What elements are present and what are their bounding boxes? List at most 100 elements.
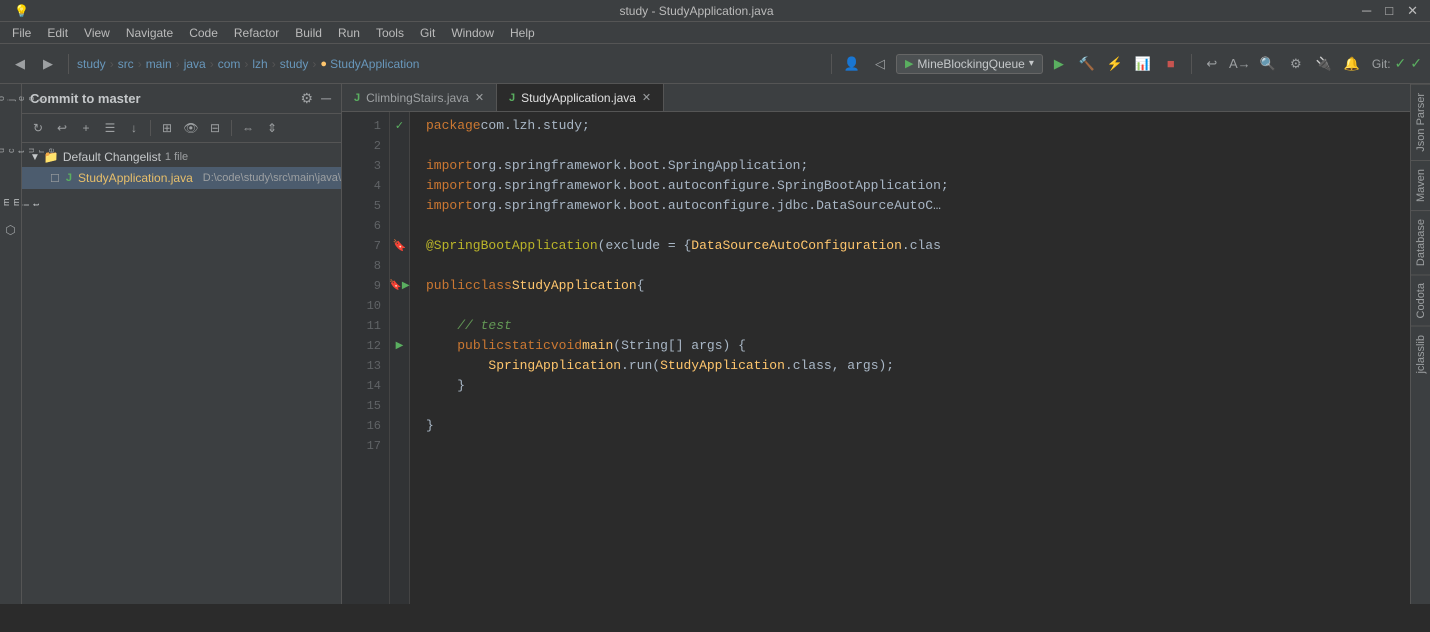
code-line-3: import org.springframework.boot.SpringAp… bbox=[426, 156, 1410, 176]
forward-button[interactable]: ▶ bbox=[36, 52, 60, 76]
tab-climbingstairs[interactable]: J ClimbingStairs.java ✕ bbox=[342, 84, 497, 111]
vtab-json-parser[interactable]: Json Parser bbox=[1411, 84, 1430, 160]
expand-btn[interactable]: ⇔ bbox=[238, 118, 258, 138]
gutter-16 bbox=[390, 416, 409, 436]
line-9: 9 bbox=[342, 276, 389, 296]
breadcrumb-main[interactable]: main bbox=[146, 57, 172, 71]
sidebar-git-icon[interactable]: ⬡ bbox=[1, 220, 21, 240]
git-check-2: ✓ bbox=[1410, 55, 1422, 72]
menu-git[interactable]: Git bbox=[412, 24, 443, 42]
file-checkbox[interactable]: ☐ bbox=[50, 172, 60, 185]
coverage-button[interactable]: ⚡ bbox=[1103, 52, 1127, 76]
code-editor[interactable]: 1 2 3 4 5 6 7 8 9 10 11 12 13 14 15 16 1… bbox=[342, 112, 1410, 604]
settings-button[interactable]: ⚙ bbox=[1284, 52, 1308, 76]
run-button[interactable]: ▶ bbox=[1047, 52, 1071, 76]
menu-run[interactable]: Run bbox=[330, 24, 368, 42]
breadcrumb-study[interactable]: study bbox=[77, 57, 106, 71]
diff-btn[interactable]: ⊞ bbox=[157, 118, 177, 138]
commit-settings-icon[interactable]: ⚙ bbox=[299, 90, 316, 107]
tab-close-climbingstairs[interactable]: ✕ bbox=[475, 91, 484, 104]
file-name: StudyApplication.java bbox=[78, 171, 193, 185]
commit-list-btn[interactable]: ☰ bbox=[100, 118, 120, 138]
window-title: study - StudyApplication.java bbox=[35, 4, 1358, 18]
code-line-12: public static void main(String[] args) { bbox=[426, 336, 1410, 356]
menu-build[interactable]: Build bbox=[287, 24, 330, 42]
breadcrumb-com[interactable]: com bbox=[218, 57, 241, 71]
add-btn[interactable]: + bbox=[76, 118, 96, 138]
vcs-update-button[interactable]: 👤 bbox=[840, 52, 864, 76]
menu-edit[interactable]: Edit bbox=[39, 24, 76, 42]
sidebar-project-icon[interactable]: Project bbox=[0, 88, 22, 108]
navigate-back-button[interactable]: ◁ bbox=[868, 52, 892, 76]
menu-navigate[interactable]: Navigate bbox=[118, 24, 181, 42]
back-button[interactable]: ◀ bbox=[8, 52, 32, 76]
stop-button[interactable]: ■ bbox=[1159, 52, 1183, 76]
gutter-1: ✓ bbox=[390, 116, 409, 136]
line-17: 17 bbox=[342, 436, 389, 456]
refresh-btn[interactable]: ↻ bbox=[28, 118, 48, 138]
build-button[interactable]: 🔨 bbox=[1075, 52, 1099, 76]
line-6: 6 bbox=[342, 216, 389, 236]
undo-button[interactable]: ↩ bbox=[1200, 52, 1224, 76]
profile-button[interactable]: 📊 bbox=[1131, 52, 1155, 76]
line-11: 11 bbox=[342, 316, 389, 336]
tab-studyapplication[interactable]: J StudyApplication.java ✕ bbox=[497, 84, 664, 111]
vtab-codota[interactable]: Codota bbox=[1411, 274, 1430, 326]
breadcrumb-class[interactable]: ● StudyApplication bbox=[320, 57, 419, 71]
filter-btn[interactable]: ⊟ bbox=[205, 118, 225, 138]
breadcrumb-java[interactable]: java bbox=[184, 57, 206, 71]
menu-code[interactable]: Code bbox=[181, 24, 226, 42]
changelist-file-item[interactable]: ☐ J StudyApplication.java D:\code\study\… bbox=[22, 167, 341, 189]
menu-file[interactable]: File bbox=[4, 24, 39, 42]
update-button[interactable]: 🔔 bbox=[1340, 52, 1364, 76]
line-12: 12 bbox=[342, 336, 389, 356]
line-5: 5 bbox=[342, 196, 389, 216]
commit-minimize-icon[interactable]: ─ bbox=[319, 90, 333, 107]
sidebar-commit-icon[interactable]: Commit bbox=[0, 192, 22, 212]
menu-help[interactable]: Help bbox=[502, 24, 543, 42]
code-line-7: @SpringBootApplication(exclude = { DataS… bbox=[426, 236, 1410, 256]
breadcrumb-src[interactable]: src bbox=[118, 57, 134, 71]
app-menu[interactable]: 💡 bbox=[8, 2, 35, 20]
minimize-button[interactable]: ─ bbox=[1358, 3, 1375, 19]
tab-close-studyapplication[interactable]: ✕ bbox=[642, 91, 651, 104]
menu-view[interactable]: View bbox=[76, 24, 118, 42]
toolbar-sep-2 bbox=[831, 54, 832, 74]
gutter-9: 🔖 ▶ bbox=[390, 276, 409, 296]
menu-refactor[interactable]: Refactor bbox=[226, 24, 287, 42]
breadcrumb-lzh[interactable]: lzh bbox=[252, 57, 267, 71]
menu-bar: File Edit View Navigate Code Refactor Bu… bbox=[0, 22, 1430, 44]
code-line-15 bbox=[426, 396, 1410, 416]
plugins-button[interactable]: 🔌 bbox=[1312, 52, 1336, 76]
sidebar-structure-icon[interactable]: Structure bbox=[0, 140, 22, 160]
breadcrumb-study2[interactable]: study bbox=[280, 57, 309, 71]
gutter-8 bbox=[390, 256, 409, 276]
download-btn[interactable]: ↓ bbox=[124, 118, 144, 138]
right-sidebar: Json Parser Maven Database Codota jclass… bbox=[1410, 84, 1430, 604]
toolbar: ◀ ▶ study › src › main › java › com › lz… bbox=[0, 44, 1430, 84]
collapse-triangle-icon: ▼ bbox=[30, 152, 40, 163]
code-line-16: } bbox=[426, 416, 1410, 436]
rollback-btn[interactable]: ↩ bbox=[52, 118, 72, 138]
run-config-dropdown[interactable]: ▶ MineBlockingQueue ▾ bbox=[896, 54, 1043, 74]
commit-panel-controls[interactable]: ⚙ ─ bbox=[299, 90, 333, 107]
close-button[interactable]: ✕ bbox=[1403, 3, 1422, 19]
app-icon: 💡 bbox=[8, 2, 35, 20]
gutter-3 bbox=[390, 156, 409, 176]
vtab-jclasslib[interactable]: jclasslib bbox=[1411, 326, 1430, 382]
changelist-header[interactable]: ▼ 📁 Default Changelist 1 file bbox=[22, 147, 341, 167]
window-controls[interactable]: ─ □ ✕ bbox=[1358, 3, 1422, 19]
code-content[interactable]: package com.lzh.study; import org.spring… bbox=[410, 112, 1410, 604]
translate-button[interactable]: A→ bbox=[1228, 52, 1252, 76]
view-btn[interactable]: 👁 bbox=[181, 118, 201, 138]
gutter-12: ▶ bbox=[390, 336, 409, 356]
menu-window[interactable]: Window bbox=[443, 24, 502, 42]
search-everywhere-button[interactable]: 🔍 bbox=[1256, 52, 1280, 76]
gutter-14 bbox=[390, 376, 409, 396]
maximize-button[interactable]: □ bbox=[1381, 3, 1397, 19]
collapse-btn[interactable]: ⇕ bbox=[262, 118, 282, 138]
menu-tools[interactable]: Tools bbox=[368, 24, 412, 42]
vtab-database[interactable]: Database bbox=[1411, 210, 1430, 274]
gutter-5 bbox=[390, 196, 409, 216]
vtab-maven[interactable]: Maven bbox=[1411, 160, 1430, 210]
